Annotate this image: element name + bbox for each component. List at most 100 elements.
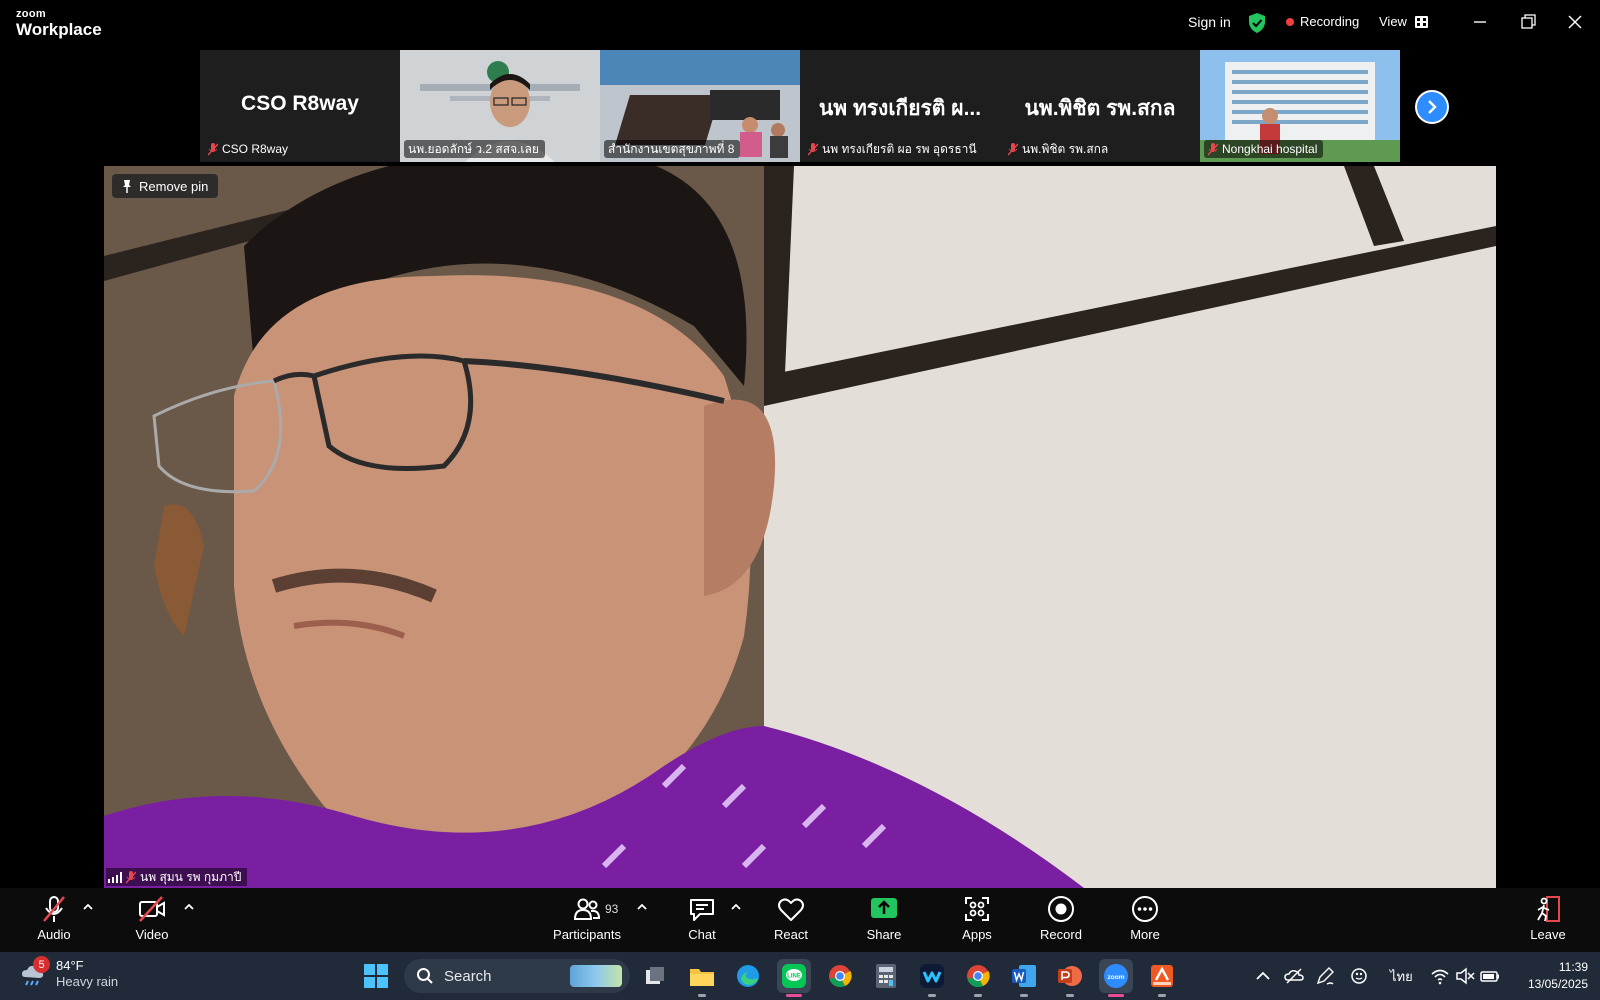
apps-button[interactable]: Apps [937, 894, 1017, 942]
zoom-app[interactable]: zoom [1099, 959, 1133, 997]
participant-tile[interactable]: CSO R8way CSO R8way [200, 50, 400, 162]
webex-icon [920, 964, 944, 988]
muted-mic-icon [1008, 142, 1018, 155]
weather-condition: Heavy rain [56, 974, 119, 989]
apps-icon [965, 897, 989, 921]
more-options-icon [1132, 896, 1158, 922]
taskbar-search-box[interactable]: Search [404, 959, 630, 993]
search-highlight-image [570, 965, 622, 987]
gallery-next-button[interactable] [1415, 90, 1449, 124]
folder-icon [690, 969, 714, 986]
powerpoint-icon [1058, 966, 1082, 986]
zoom-logo: zoom Workplace [16, 8, 102, 39]
word-app[interactable] [1007, 959, 1041, 997]
participants-icon [573, 898, 601, 920]
task-view-icon [646, 967, 664, 984]
participant-name-tag: นพ.พิชิต รพ.สกล [1004, 140, 1114, 158]
chrome-icon [829, 965, 852, 988]
windows-taskbar: 5 84°F Heavy rain Search LINE zoom ไทย 1… [0, 952, 1600, 1000]
edge-browser-app[interactable] [731, 959, 765, 993]
share-button[interactable]: Share [844, 894, 924, 942]
pinned-speaker-video[interactable]: Remove pin นพ สุมน รพ กุมภาปี [104, 166, 1496, 888]
windows-start-icon[interactable] [364, 964, 388, 988]
restore-icon[interactable] [1516, 10, 1540, 34]
participants-count: 93 [605, 902, 619, 916]
remove-pin-button[interactable]: Remove pin [112, 174, 219, 198]
meeting-toolbar: Audio Video Participants 93 Chat React S… [0, 888, 1600, 952]
reader-app[interactable] [1145, 959, 1179, 997]
onedrive-offline-icon[interactable] [1284, 966, 1304, 986]
record-icon [1048, 896, 1074, 922]
more-button[interactable]: More [1105, 894, 1185, 942]
chevron-right-icon [1428, 100, 1437, 114]
signal-strength-icon [108, 871, 122, 883]
sign-in-button[interactable]: Sign in [1188, 0, 1231, 44]
weather-alert-badge: 5 [33, 956, 50, 973]
weather-widget[interactable]: 5 84°F Heavy rain [20, 956, 119, 990]
microphone-muted-icon [43, 896, 65, 922]
participant-tile[interactable]: นพ.พิชิต รพ.สกล นพ.พิชิต รพ.สกล [1000, 50, 1200, 162]
participant-tile[interactable]: นพ ทรงเกียรติ ผ... นพ ทรงเกียรติ ผอ รพ อ… [800, 50, 1000, 162]
share-screen-icon [871, 898, 897, 918]
word-icon [1012, 965, 1036, 987]
audio-options-caret-icon[interactable] [82, 902, 94, 912]
speaker-muted-icon[interactable] [1455, 966, 1475, 986]
chrome-app[interactable] [823, 959, 857, 993]
participant-tile[interactable]: Nongkhai hospital [1200, 50, 1400, 162]
participant-tile[interactable]: สำนักงานเขตสุขภาพที่ 8 [600, 50, 800, 162]
participant-name-tag: Nongkhai hospital [1204, 140, 1324, 158]
close-icon[interactable] [1563, 10, 1587, 34]
video-options-caret-icon[interactable] [183, 902, 195, 912]
react-button[interactable]: React [751, 894, 831, 942]
participant-name-tag: นพ ทรงเกียรติ ผอ รพ อุดรธานี [804, 140, 983, 158]
recording-indicator[interactable]: Recording [1286, 14, 1359, 29]
line-messenger-icon: LINE [782, 964, 806, 988]
task-view-app[interactable] [638, 959, 672, 993]
video-camera-off-icon [139, 896, 165, 922]
calculator-app[interactable] [869, 959, 903, 993]
chat-icon [690, 899, 714, 921]
chrome-profile-app[interactable] [961, 959, 995, 997]
muted-mic-icon [126, 870, 136, 883]
pen-input-icon[interactable] [1315, 966, 1335, 986]
file-explorer-app[interactable] [685, 959, 719, 997]
muted-mic-icon [808, 142, 818, 155]
record-button[interactable]: Record [1021, 894, 1101, 942]
encryption-shield-icon[interactable] [1247, 12, 1267, 34]
participant-name-tag: นพ.ยอดลักษ์ ว.2 สสจ.เลย [404, 140, 545, 158]
line-app[interactable]: LINE [777, 959, 811, 997]
chat-options-caret-icon[interactable] [730, 902, 742, 912]
input-language-indicator[interactable]: ไทย [1390, 966, 1413, 987]
meet-now-icon[interactable] [1350, 966, 1370, 986]
speaker-name-tag: นพ สุมน รพ กุมภาปี [106, 868, 248, 886]
powerpoint-app[interactable] [1053, 959, 1087, 997]
video-button[interactable]: Video [112, 894, 192, 942]
pin-icon [123, 179, 131, 193]
participants-options-caret-icon[interactable] [636, 902, 648, 912]
edge-icon [737, 965, 759, 987]
participant-name-tag: สำนักงานเขตสุขภาพที่ 8 [604, 140, 741, 158]
show-hidden-icons-chevron-up-icon[interactable] [1253, 966, 1273, 986]
svg-text:zoom: zoom [1108, 974, 1125, 981]
battery-icon[interactable] [1480, 966, 1500, 986]
system-clock[interactable]: 11:39 13/05/2025 [1514, 959, 1588, 993]
leave-meeting-icon [1537, 896, 1560, 922]
zoom-icon: zoom [1104, 964, 1128, 988]
minimize-icon[interactable] [1468, 10, 1492, 34]
chrome-icon [967, 965, 990, 988]
webex-app[interactable] [915, 959, 949, 997]
participant-name-tag: CSO R8way [204, 140, 294, 158]
muted-mic-icon [1208, 142, 1218, 155]
view-button[interactable]: View [1379, 14, 1428, 29]
weather-temperature: 84°F [56, 958, 84, 973]
grid-view-icon [1414, 15, 1428, 28]
recording-dot-icon [1286, 17, 1294, 26]
leave-button[interactable]: Leave [1508, 894, 1588, 942]
title-bar: zoom Workplace Sign in Recording View [0, 0, 1600, 46]
participant-tile[interactable]: นพ.ยอดลักษ์ ว.2 สสจ.เลย [400, 50, 600, 162]
heart-icon [778, 898, 804, 921]
svg-text:LINE: LINE [787, 974, 801, 980]
search-icon [417, 968, 433, 984]
wifi-icon[interactable] [1430, 966, 1450, 986]
calculator-icon [876, 964, 896, 988]
